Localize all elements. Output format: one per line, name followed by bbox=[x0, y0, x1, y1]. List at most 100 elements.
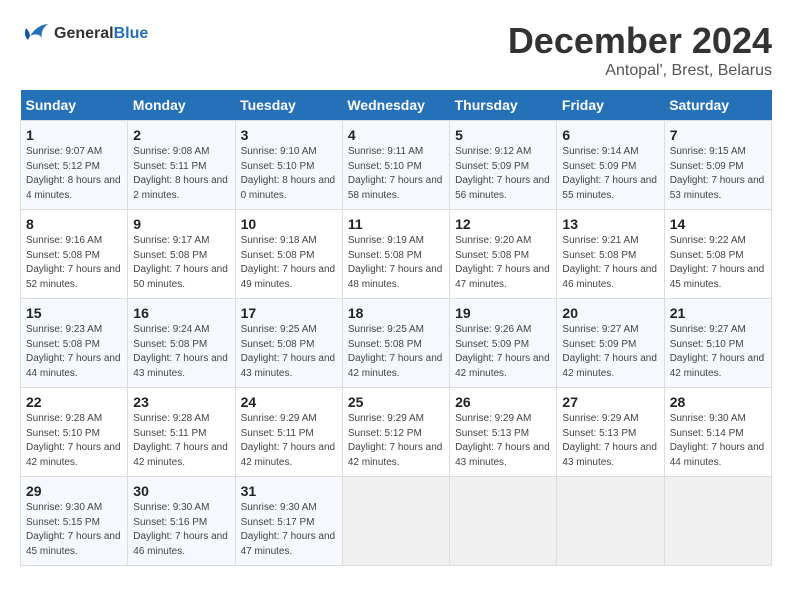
day-number: 22 bbox=[26, 394, 122, 410]
calendar-week-row: 15 Sunrise: 9:23 AMSunset: 5:08 PMDayligh… bbox=[21, 299, 772, 388]
day-number: 5 bbox=[455, 127, 551, 143]
day-number: 29 bbox=[26, 483, 122, 499]
day-number: 20 bbox=[562, 305, 658, 321]
day-detail: Sunrise: 9:29 AMSunset: 5:13 PMDaylight:… bbox=[455, 412, 551, 470]
calendar-cell: 30Sunrise: 9:30 AMSunset: 5:16 PMDayligh… bbox=[128, 477, 235, 566]
calendar-cell: 27Sunrise: 9:29 AMSunset: 5:13 PMDayligh… bbox=[557, 388, 664, 477]
calendar-cell: 22 Sunrise: 9:28 AMSunset: 5:10 PMDayligh… bbox=[21, 388, 128, 477]
day-number: 7 bbox=[670, 127, 766, 143]
calendar-cell bbox=[557, 477, 664, 566]
day-detail: Sunrise: 9:20 AMSunset: 5:08 PMDaylight:… bbox=[455, 234, 551, 292]
day-number: 8 bbox=[26, 216, 122, 232]
column-header-tuesday: Tuesday bbox=[235, 90, 342, 121]
logo-text: GeneralBlue bbox=[54, 25, 148, 43]
calendar-cell: 12Sunrise: 9:20 AMSunset: 5:08 PMDayligh… bbox=[450, 210, 557, 299]
day-detail: Sunrise: 9:30 AMSunset: 5:17 PMDaylight:… bbox=[241, 501, 337, 559]
day-number: 24 bbox=[241, 394, 337, 410]
calendar-cell: 15 Sunrise: 9:23 AMSunset: 5:08 PMDayligh… bbox=[21, 299, 128, 388]
calendar-cell: 5 Sunrise: 9:12 AMSunset: 5:09 PMDaylight… bbox=[450, 121, 557, 210]
day-detail: Sunrise: 9:11 AMSunset: 5:10 PMDaylight:… bbox=[348, 145, 444, 203]
calendar-cell: 23 Sunrise: 9:28 AMSunset: 5:11 PMDayligh… bbox=[128, 388, 235, 477]
day-number: 19 bbox=[455, 305, 551, 321]
day-detail: Sunrise: 9:29 AMSunset: 5:12 PMDaylight:… bbox=[348, 412, 444, 470]
day-number: 17 bbox=[241, 305, 337, 321]
day-number: 31 bbox=[241, 483, 337, 499]
day-number: 3 bbox=[241, 127, 337, 143]
calendar-week-row: 22 Sunrise: 9:28 AMSunset: 5:10 PMDayligh… bbox=[21, 388, 772, 477]
day-number: 1 bbox=[26, 127, 122, 143]
day-detail: Sunrise: 9:24 AMSunset: 5:08 PMDaylight:… bbox=[133, 323, 229, 381]
column-header-sunday: Sunday bbox=[21, 90, 128, 121]
calendar-cell: 28Sunrise: 9:30 AMSunset: 5:14 PMDayligh… bbox=[664, 388, 771, 477]
day-detail: Sunrise: 9:28 AMSunset: 5:11 PMDaylight:… bbox=[133, 412, 229, 470]
day-detail: Sunrise: 9:12 AMSunset: 5:09 PMDaylight:… bbox=[455, 145, 551, 203]
calendar-cell: 9 Sunrise: 9:17 AMSunset: 5:08 PMDaylight… bbox=[128, 210, 235, 299]
day-detail: Sunrise: 9:28 AMSunset: 5:10 PMDaylight:… bbox=[26, 412, 122, 470]
calendar-week-row: 29 Sunrise: 9:30 AMSunset: 5:15 PMDayligh… bbox=[21, 477, 772, 566]
day-number: 9 bbox=[133, 216, 229, 232]
calendar-cell: 4 Sunrise: 9:11 AMSunset: 5:10 PMDaylight… bbox=[342, 121, 449, 210]
calendar-cell: 16 Sunrise: 9:24 AMSunset: 5:08 PMDayligh… bbox=[128, 299, 235, 388]
day-detail: Sunrise: 9:25 AMSunset: 5:08 PMDaylight:… bbox=[348, 323, 444, 381]
column-header-thursday: Thursday bbox=[450, 90, 557, 121]
page-subtitle: Antopal', Brest, Belarus bbox=[508, 62, 772, 80]
day-detail: Sunrise: 9:14 AMSunset: 5:09 PMDaylight:… bbox=[562, 145, 658, 203]
day-detail: Sunrise: 9:26 AMSunset: 5:09 PMDaylight:… bbox=[455, 323, 551, 381]
day-number: 23 bbox=[133, 394, 229, 410]
day-number: 10 bbox=[241, 216, 337, 232]
day-detail: Sunrise: 9:16 AMSunset: 5:08 PMDaylight:… bbox=[26, 234, 122, 292]
calendar-week-row: 8 Sunrise: 9:16 AMSunset: 5:08 PMDaylight… bbox=[21, 210, 772, 299]
day-detail: Sunrise: 9:22 AMSunset: 5:08 PMDaylight:… bbox=[670, 234, 766, 292]
day-number: 4 bbox=[348, 127, 444, 143]
day-number: 18 bbox=[348, 305, 444, 321]
page-title: December 2024 bbox=[508, 20, 772, 62]
calendar-cell: 20 Sunrise: 9:27 AMSunset: 5:09 PMDayligh… bbox=[557, 299, 664, 388]
calendar-cell: 11 Sunrise: 9:19 AMSunset: 5:08 PMDayligh… bbox=[342, 210, 449, 299]
day-detail: Sunrise: 9:10 AMSunset: 5:10 PMDaylight:… bbox=[241, 145, 337, 203]
calendar-cell bbox=[664, 477, 771, 566]
day-detail: Sunrise: 9:19 AMSunset: 5:08 PMDaylight:… bbox=[348, 234, 444, 292]
column-header-wednesday: Wednesday bbox=[342, 90, 449, 121]
day-detail: Sunrise: 9:23 AMSunset: 5:08 PMDaylight:… bbox=[26, 323, 122, 381]
calendar-cell: 24 Sunrise: 9:29 AMSunset: 5:11 PMDayligh… bbox=[235, 388, 342, 477]
calendar-cell: 8 Sunrise: 9:16 AMSunset: 5:08 PMDaylight… bbox=[21, 210, 128, 299]
calendar-cell: 2 Sunrise: 9:08 AMSunset: 5:11 PMDaylight… bbox=[128, 121, 235, 210]
column-header-monday: Monday bbox=[128, 90, 235, 121]
day-detail: Sunrise: 9:30 AMSunset: 5:16 PMDaylight:… bbox=[133, 501, 229, 559]
calendar-cell: 14 Sunrise: 9:22 AMSunset: 5:08 PMDayligh… bbox=[664, 210, 771, 299]
day-detail: Sunrise: 9:27 AMSunset: 5:09 PMDaylight:… bbox=[562, 323, 658, 381]
calendar-cell: 3 Sunrise: 9:10 AMSunset: 5:10 PMDaylight… bbox=[235, 121, 342, 210]
calendar-cell bbox=[342, 477, 449, 566]
page-header: GeneralBlue December 2024 Antopal', Bres… bbox=[20, 20, 772, 80]
day-number: 15 bbox=[26, 305, 122, 321]
day-number: 2 bbox=[133, 127, 229, 143]
day-detail: Sunrise: 9:08 AMSunset: 5:11 PMDaylight:… bbox=[133, 145, 229, 203]
day-detail: Sunrise: 9:07 AMSunset: 5:12 PMDaylight:… bbox=[26, 145, 122, 203]
logo: GeneralBlue bbox=[20, 20, 148, 48]
column-header-friday: Friday bbox=[557, 90, 664, 121]
day-detail: Sunrise: 9:25 AMSunset: 5:08 PMDaylight:… bbox=[241, 323, 337, 381]
calendar-cell: 25 Sunrise: 9:29 AMSunset: 5:12 PMDayligh… bbox=[342, 388, 449, 477]
calendar-cell: 17 Sunrise: 9:25 AMSunset: 5:08 PMDayligh… bbox=[235, 299, 342, 388]
day-detail: Sunrise: 9:21 AMSunset: 5:08 PMDaylight:… bbox=[562, 234, 658, 292]
calendar-table: SundayMondayTuesdayWednesdayThursdayFrid… bbox=[20, 90, 772, 566]
day-number: 6 bbox=[562, 127, 658, 143]
day-detail: Sunrise: 9:18 AMSunset: 5:08 PMDaylight:… bbox=[241, 234, 337, 292]
day-number: 13 bbox=[562, 216, 658, 232]
day-number: 25 bbox=[348, 394, 444, 410]
day-detail: Sunrise: 9:27 AMSunset: 5:10 PMDaylight:… bbox=[670, 323, 766, 381]
calendar-cell bbox=[450, 477, 557, 566]
column-header-saturday: Saturday bbox=[664, 90, 771, 121]
calendar-cell: 26Sunrise: 9:29 AMSunset: 5:13 PMDayligh… bbox=[450, 388, 557, 477]
day-detail: Sunrise: 9:17 AMSunset: 5:08 PMDaylight:… bbox=[133, 234, 229, 292]
day-number: 21 bbox=[670, 305, 766, 321]
calendar-cell: 13 Sunrise: 9:21 AMSunset: 5:08 PMDayligh… bbox=[557, 210, 664, 299]
day-detail: Sunrise: 9:29 AMSunset: 5:11 PMDaylight:… bbox=[241, 412, 337, 470]
day-detail: Sunrise: 9:30 AMSunset: 5:14 PMDaylight:… bbox=[670, 412, 766, 470]
day-detail: Sunrise: 9:30 AMSunset: 5:15 PMDaylight:… bbox=[26, 501, 122, 559]
calendar-header-row: SundayMondayTuesdayWednesdayThursdayFrid… bbox=[21, 90, 772, 121]
day-number: 14 bbox=[670, 216, 766, 232]
day-number: 11 bbox=[348, 216, 444, 232]
calendar-week-row: 1 Sunrise: 9:07 AMSunset: 5:12 PMDaylight… bbox=[21, 121, 772, 210]
day-number: 16 bbox=[133, 305, 229, 321]
